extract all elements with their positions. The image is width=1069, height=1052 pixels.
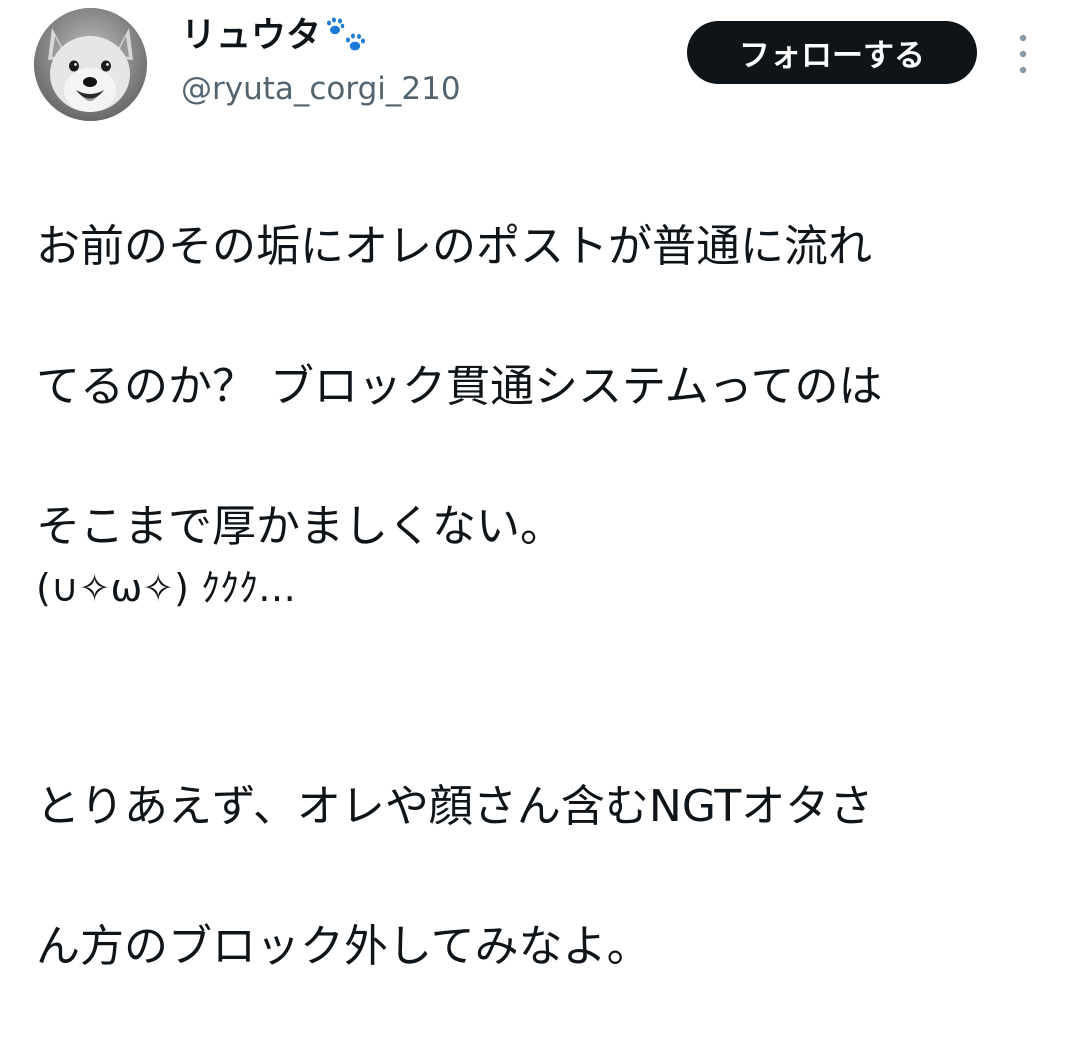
tweet-line: そこまで厚かましくない。	[36, 501, 564, 552]
tweet-line: とりあえず、オレや顔さん含むNGTオタさ	[36, 781, 874, 832]
more-vertical-icon[interactable]	[1013, 32, 1033, 76]
display-name-text: リュウタ	[181, 16, 322, 56]
display-name[interactable]: リュウタ	[181, 14, 369, 58]
avatar[interactable]	[34, 8, 147, 121]
follow-button[interactable]: フォローする	[687, 21, 977, 84]
tweet-emoticon: (∪✧ω✧) ｸｸｸ…	[36, 566, 297, 610]
tweet-line: てるのか？ ブロック貫通システムってのは	[36, 361, 883, 412]
paw-prints-icon	[327, 17, 366, 51]
corgi-avatar-icon	[34, 8, 147, 121]
user-handle[interactable]: @ryuta_corgi_210	[181, 68, 461, 110]
tweet-line: ん方のブロック外してみなよ。	[36, 921, 651, 972]
tweet-line: お前のその垢にオレのポストが普通に流れ	[36, 221, 872, 272]
